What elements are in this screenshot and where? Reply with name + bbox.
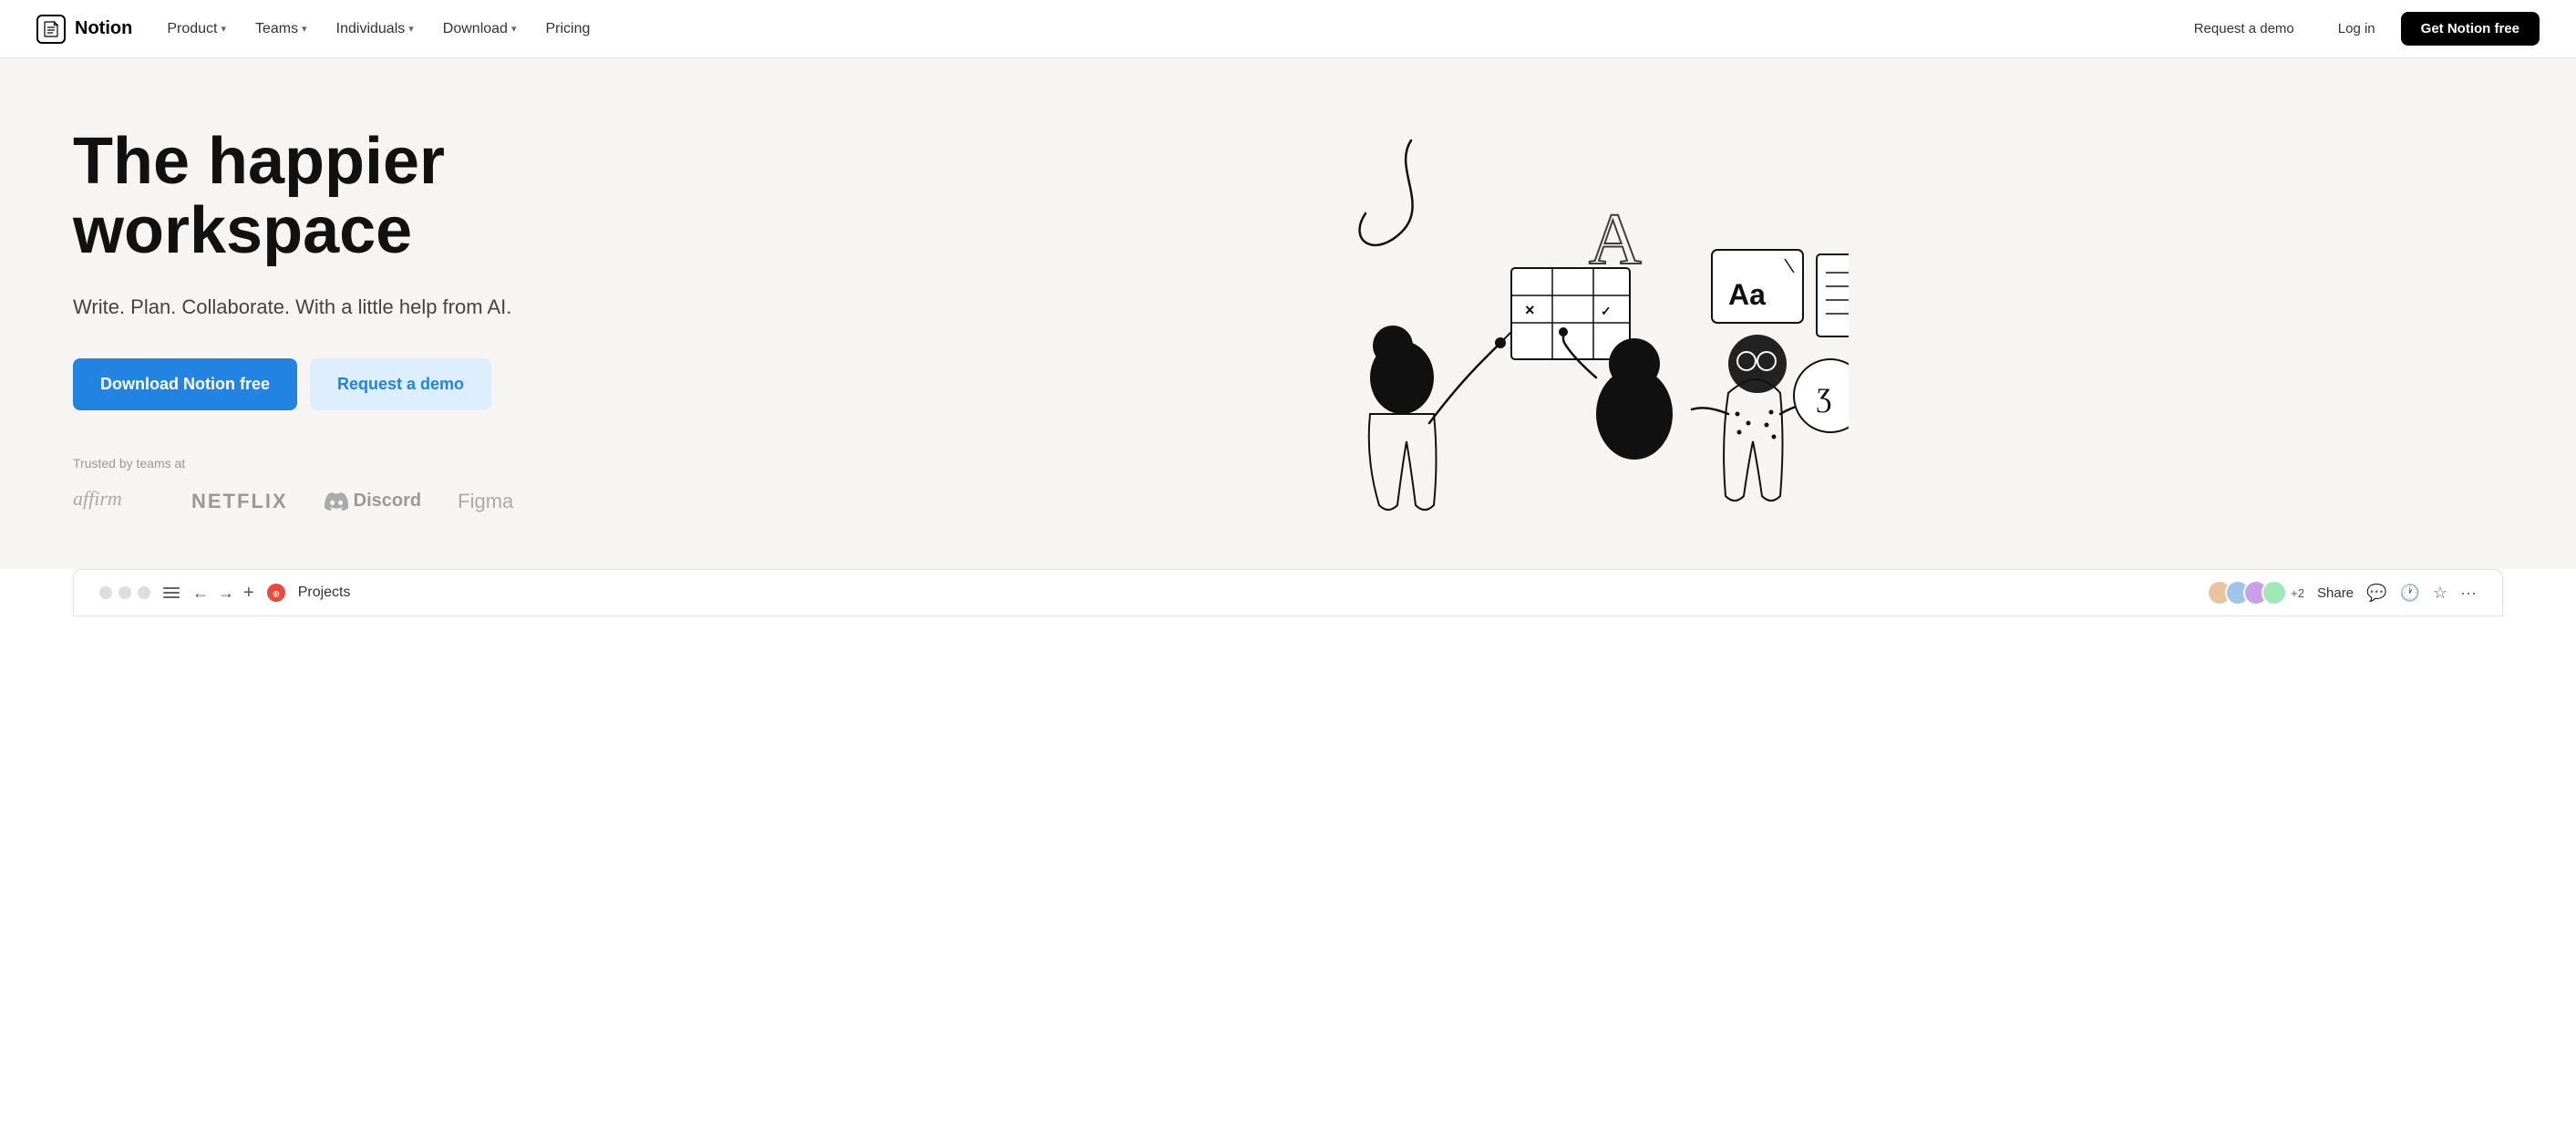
avatar-4: [2262, 580, 2287, 605]
chevron-down-icon: ▾: [221, 23, 226, 35]
breadcrumb-text: Projects: [298, 585, 351, 601]
svg-text:Aa: Aa: [1728, 278, 1766, 311]
nav-left: Notion Product ▾ Teams ▾ Individuals ▾ D…: [36, 14, 603, 45]
nav-link-download[interactable]: Download ▾: [430, 14, 530, 45]
nav-arrows: ← → +: [192, 583, 254, 604]
traffic-light-red: [99, 586, 112, 599]
trusted-label: Trusted by teams at: [73, 456, 574, 471]
preview-bar-left: ← → + ◎ Projects: [99, 583, 350, 604]
request-demo-hero-button[interactable]: Request a demo: [310, 358, 491, 410]
hero-subtitle: Write. Plan. Collaborate. With a little …: [73, 292, 574, 322]
hero-buttons: Download Notion free Request a demo: [73, 358, 574, 410]
back-arrow-icon[interactable]: ←: [192, 584, 209, 603]
svg-text:Ʒ: Ʒ: [1817, 383, 1831, 413]
figma-logo: Figma: [458, 490, 513, 513]
get-notion-free-button[interactable]: Get Notion free: [2401, 12, 2540, 46]
hero-title: The happier workspace: [73, 128, 574, 265]
download-notion-free-button[interactable]: Download Notion free: [73, 358, 297, 410]
nav-right: Request a demo Log in Get Notion free: [2176, 12, 2540, 46]
preview-bar: ← → + ◎ Projects +2 Share 💬 🕐 ☆ ···: [73, 569, 2503, 616]
trusted-logos: affirm NETFLIX Discord Figma: [73, 485, 574, 518]
add-icon[interactable]: +: [243, 583, 254, 604]
clock-icon[interactable]: 🕐: [2399, 584, 2419, 603]
hero-section: The happier workspace Write. Plan. Colla…: [0, 58, 2576, 569]
chevron-down-icon: ▾: [511, 23, 517, 35]
navbar: Notion Product ▾ Teams ▾ Individuals ▾ D…: [0, 0, 2576, 58]
share-button[interactable]: Share: [2317, 585, 2354, 601]
preview-bar-right: +2 Share 💬 🕐 ☆ ···: [2207, 580, 2477, 605]
hero-illustration: × ✓ A: [574, 113, 2503, 533]
logo-text: Notion: [75, 18, 132, 39]
traffic-light-green: [138, 586, 150, 599]
request-demo-button[interactable]: Request a demo: [2176, 12, 2313, 46]
hero-svg: × ✓ A: [1229, 113, 1849, 533]
nav-link-pricing[interactable]: Pricing: [532, 14, 603, 45]
avatar-stack: +2: [2207, 580, 2304, 605]
svg-text:◎: ◎: [273, 590, 279, 598]
svg-text:A: A: [1589, 200, 1642, 280]
chevron-down-icon: ▾: [302, 23, 307, 35]
affirm-logo: affirm: [73, 485, 155, 518]
svg-text:×: ×: [1525, 301, 1535, 319]
traffic-light-yellow: [118, 586, 131, 599]
breadcrumb-icon: ◎: [267, 584, 285, 602]
traffic-lights: [99, 586, 150, 599]
discord-logo: Discord: [325, 491, 421, 512]
avatar-count: +2: [2291, 586, 2304, 600]
nav-links: Product ▾ Teams ▾ Individuals ▾ Download…: [154, 14, 603, 45]
logo-link[interactable]: Notion: [36, 15, 132, 44]
login-button[interactable]: Log in: [2320, 12, 2394, 46]
hero-content: The happier workspace Write. Plan. Colla…: [73, 128, 574, 517]
trusted-section: Trusted by teams at affirm NETFLIX Disco…: [73, 456, 574, 518]
comment-icon[interactable]: 💬: [2366, 584, 2386, 603]
netflix-logo: NETFLIX: [191, 490, 288, 513]
star-icon[interactable]: ☆: [2433, 584, 2447, 603]
hamburger-icon[interactable]: [163, 587, 180, 598]
more-options-icon[interactable]: ···: [2460, 584, 2477, 603]
forward-arrow-icon[interactable]: →: [218, 584, 234, 603]
svg-text:affirm: affirm: [73, 487, 122, 510]
nav-link-product[interactable]: Product ▾: [154, 14, 239, 45]
svg-text:✓: ✓: [1601, 304, 1612, 318]
nav-link-teams[interactable]: Teams ▾: [242, 14, 320, 45]
chevron-down-icon: ▾: [408, 23, 414, 35]
nav-link-individuals[interactable]: Individuals ▾: [324, 14, 427, 45]
logo-icon: [36, 15, 66, 44]
